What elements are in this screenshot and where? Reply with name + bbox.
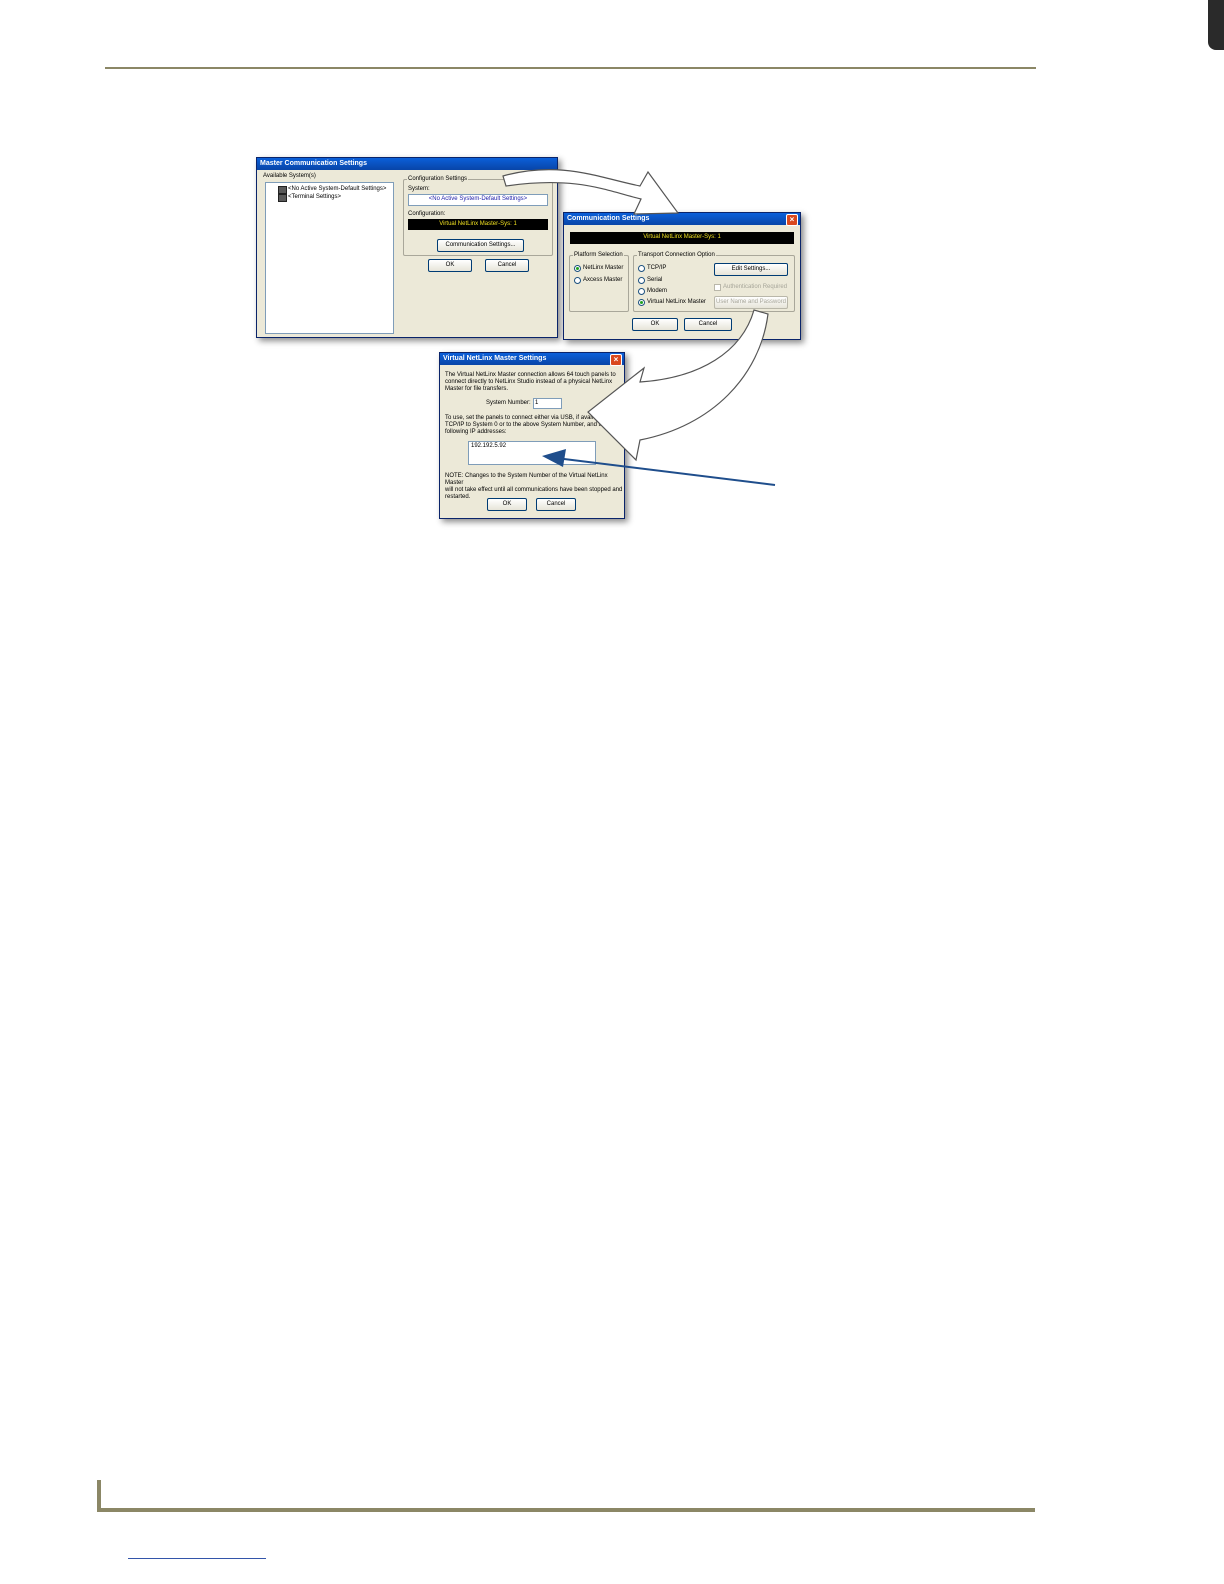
curved-arrow-to-comm-dialog: [502, 169, 680, 215]
annotation-overlay: [502, 169, 776, 486]
curved-arrow-to-vnm-dialog: [587, 309, 769, 462]
callout-arrow-head: [542, 449, 566, 467]
callout-arrow-line: [555, 457, 776, 486]
